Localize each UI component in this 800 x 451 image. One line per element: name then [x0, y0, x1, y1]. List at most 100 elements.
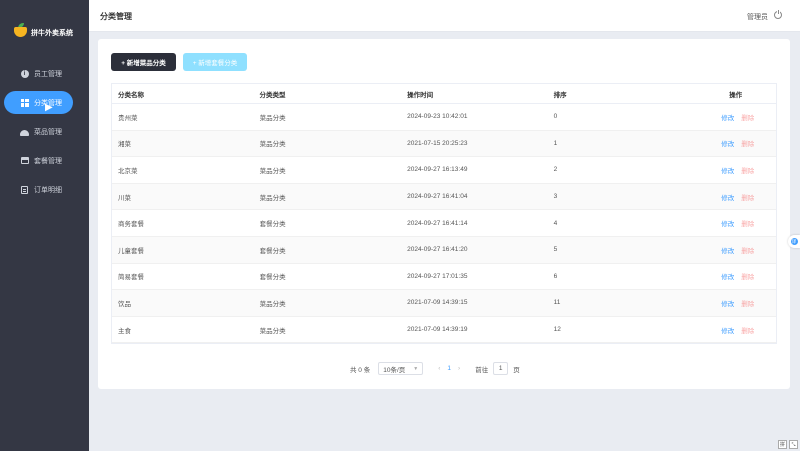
delete-button[interactable]: 删除	[741, 218, 754, 228]
table-header-row: 分类名称 分类类型 操作时间 排序 操作	[112, 84, 776, 104]
cell-time: 2024-09-27 17:01:35	[407, 272, 468, 280]
cell-time: 2024-09-27 16:13:49	[407, 166, 468, 174]
corner-widgets: 拼 ⤡	[778, 440, 798, 449]
cell-time: 2024-09-23 10:42:01	[407, 113, 468, 121]
delete-button[interactable]: 删除	[741, 138, 754, 148]
cell-name: 简易套餐	[118, 274, 144, 282]
table-row: 川菜 菜品分类 2024-09-27 16:41:04 3 修改 删除	[112, 183, 776, 211]
cell-sort: 2	[553, 166, 558, 174]
prev-page-button[interactable]: ‹	[438, 365, 440, 372]
column-header-sort[interactable]: 排序	[554, 89, 701, 99]
cell-time: 2021-07-15 20:25:23	[407, 139, 468, 147]
sidebar-item-dishes[interactable]: 菜品管理	[0, 120, 89, 143]
sidebar-item-label: 员工管理	[34, 70, 62, 78]
table-row: 北京菜 菜品分类 2024-09-27 16:13:49 2 修改 删除	[112, 157, 776, 184]
info-icon: i	[20, 69, 29, 78]
cell-actions: 修改 删除	[700, 192, 776, 202]
table-row: 商务套餐 套餐分类 2024-09-27 16:41:14 4 修改 删除	[112, 210, 776, 237]
top-header: 分类管理 管理员	[89, 0, 800, 32]
cell-type: 套餐分类	[259, 247, 286, 255]
cell-type: 菜品分类	[259, 114, 286, 122]
table-body: 贵州菜 菜品分类 2024-09-23 10:42:01 0 修改 删除 湘菜 菜品分类 202…	[112, 104, 776, 344]
edit-button[interactable]: 修改	[721, 192, 734, 202]
cell-type: 菜品分类	[259, 194, 286, 202]
cell-time: 2024-09-27 16:41:14	[407, 219, 468, 227]
table-row: 儿童套餐 套餐分类 2024-09-27 16:41:20 5 修改 删除	[112, 236, 776, 264]
edit-button[interactable]: 修改	[721, 218, 734, 228]
table-row: 主食 菜品分类 2021-07-09 14:39:19 12 修改 删除	[112, 317, 776, 344]
power-icon[interactable]	[774, 10, 782, 19]
delete-button[interactable]: 删除	[741, 165, 754, 175]
pagination: 共 0 条 10条/页 ▼ ‹ 1 › 前往 1 页	[350, 362, 520, 375]
next-page-button[interactable]: ›	[458, 365, 460, 372]
column-header-time[interactable]: 操作时间	[407, 89, 554, 99]
cell-sort: 1	[553, 139, 558, 147]
add-dish-category-button[interactable]: + 新增菜品分类	[111, 53, 176, 71]
page-number-current[interactable]: 1	[447, 365, 451, 372]
page-size-select[interactable]: 10条/页 ▼	[378, 362, 424, 375]
app-logo[interactable]: 拼牛外卖系统	[13, 23, 73, 38]
cell-actions: 修改 删除	[700, 112, 776, 122]
edit-button[interactable]: 修改	[721, 112, 734, 122]
ime-icon[interactable]: 拼	[778, 440, 787, 449]
cell-sort: 5	[553, 246, 558, 254]
edit-button[interactable]: 修改	[721, 298, 734, 308]
delete-button[interactable]: 删除	[741, 245, 754, 255]
add-combo-category-button[interactable]: + 新增套餐分类	[183, 53, 247, 71]
cell-actions: 修改 删除	[700, 138, 776, 148]
cell-time: 2024-09-27 16:41:04	[407, 193, 468, 201]
delete-button[interactable]: 删除	[741, 192, 754, 202]
delete-button[interactable]: 删除	[741, 271, 754, 281]
page-size-value: 10条/页	[383, 366, 406, 374]
sidebar-item-label: 套餐管理	[34, 157, 62, 165]
cell-type: 套餐分类	[259, 221, 286, 229]
cell-type: 菜品分类	[259, 300, 286, 308]
edit-button[interactable]: 修改	[721, 165, 734, 175]
column-header-type[interactable]: 分类类型	[260, 89, 408, 99]
cell-sort: 6	[553, 272, 558, 280]
translate-float-button[interactable]: 译	[788, 235, 800, 248]
cell-name: 贵州菜	[118, 114, 138, 122]
cell-name: 北京菜	[118, 167, 138, 175]
content-card: + 新增菜品分类 + 新增套餐分类 分类名称 分类类型 操作时间 排序 操作 贵…	[98, 39, 790, 389]
sidebar-item-combos[interactable]: 套餐管理	[0, 149, 89, 172]
sidebar-item-orders[interactable]: 订单明细	[0, 178, 89, 201]
delete-button[interactable]: 删除	[741, 298, 754, 308]
sidebar-nav: i 员工管理 分类管理 菜品管理 套餐管理 订单明细	[0, 62, 89, 207]
cell-name: 主食	[118, 327, 131, 335]
edit-button[interactable]: 修改	[721, 138, 734, 148]
table-row: 饮品 菜品分类 2021-07-09 14:39:15 11 修改 删除	[112, 290, 776, 317]
jump-page-input[interactable]: 1	[493, 362, 509, 375]
edit-button[interactable]: 修改	[721, 245, 734, 255]
cell-name: 湘菜	[118, 141, 131, 149]
cell-actions: 修改 删除	[700, 165, 776, 175]
cell-sort: 4	[553, 219, 558, 227]
cell-sort: 12	[553, 326, 561, 334]
user-name[interactable]: 管理员	[747, 12, 768, 22]
cell-type: 菜品分类	[259, 141, 286, 149]
sidebar-item-categories[interactable]: 分类管理	[4, 91, 73, 114]
translate-icon: 译	[790, 238, 798, 245]
cell-time: 2021-07-09 14:39:15	[407, 299, 468, 307]
resize-icon[interactable]: ⤡	[789, 440, 798, 449]
grid-icon	[20, 98, 29, 107]
delete-button[interactable]: 删除	[741, 112, 754, 122]
sidebar-item-employees[interactable]: i 员工管理	[0, 62, 89, 85]
cell-actions: 修改 删除	[700, 271, 776, 281]
sidebar-item-label: 订单明细	[34, 186, 62, 194]
sidebar: 拼牛外卖系统 i 员工管理 分类管理 菜品管理 套餐管理 订单明细 ▶	[0, 0, 89, 451]
jump-prefix: 前往	[475, 366, 489, 374]
cell-actions: 修改 删除	[700, 245, 776, 255]
edit-button[interactable]: 修改	[721, 271, 734, 281]
column-header-name[interactable]: 分类名称	[112, 89, 260, 99]
table-row: 简易套餐 套餐分类 2024-09-27 17:01:35 6 修改 删除	[112, 264, 776, 291]
cell-sort: 3	[553, 193, 558, 201]
delete-button[interactable]: 删除	[741, 325, 754, 335]
logo-text: 拼牛外卖系统	[31, 30, 73, 37]
cell-type: 菜品分类	[259, 327, 286, 335]
cell-name: 川菜	[118, 194, 131, 202]
cell-actions: 修改 删除	[700, 325, 776, 335]
edit-button[interactable]: 修改	[721, 325, 734, 335]
cell-sort: 0	[553, 113, 558, 121]
cell-actions: 修改 删除	[700, 218, 776, 228]
